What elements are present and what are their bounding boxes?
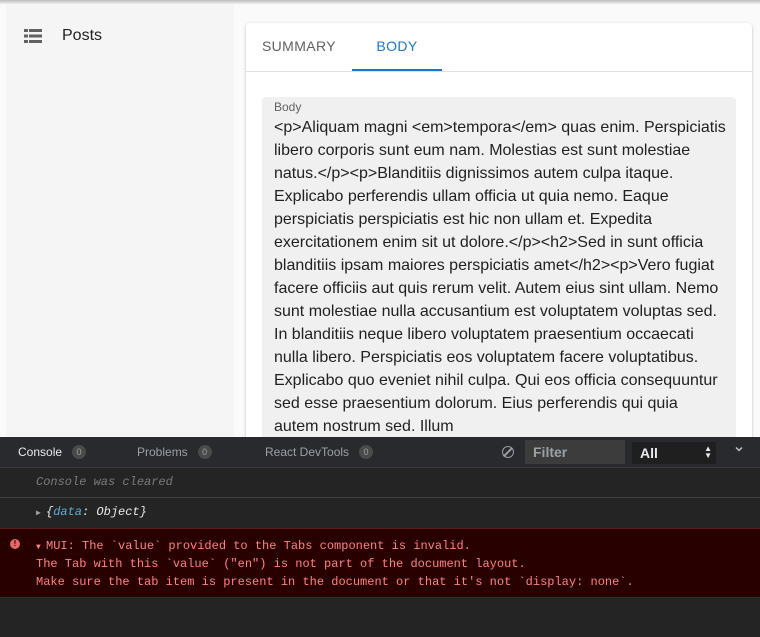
list-icon <box>24 29 42 43</box>
clear-console-icon[interactable] <box>502 446 514 458</box>
sidebar-item-posts[interactable]: Posts <box>24 22 102 50</box>
tab-bar: SUMMARY BODY <box>246 23 752 72</box>
error-line-1: MUI: The `value` provided to the Tabs co… <box>46 539 471 553</box>
react-devtools-count-badge: 0 <box>359 445 374 459</box>
filter-input[interactable] <box>525 440 625 464</box>
problems-count-badge: 0 <box>197 445 212 459</box>
object-preview: {data: Object} <box>46 505 147 519</box>
devtools-panel: Console 0 Problems 0 React DevTools 0 Al… <box>0 437 760 637</box>
error-line-2: The Tab with this `value` ("en") is not … <box>36 557 526 571</box>
console-cleared-message: Console was cleared <box>36 475 173 489</box>
tab-summary[interactable]: SUMMARY <box>246 23 352 69</box>
object-rest: : Object} <box>82 505 147 519</box>
tab-problems-label: Problems <box>137 445 188 459</box>
tab-react-devtools-label: React DevTools <box>265 445 350 459</box>
tab-console[interactable]: Console 0 <box>18 437 87 467</box>
log-level-value: All <box>640 445 658 461</box>
body-field[interactable]: Body <p>Aliquam magni <em>tempora</em> q… <box>262 97 736 437</box>
sidebar: Posts <box>6 4 234 437</box>
console-count-badge: 0 <box>72 445 87 459</box>
console-error-message[interactable]: ! ▼ MUI: The `value` provided to the Tab… <box>0 529 760 598</box>
collapse-triangle-icon[interactable]: ▼ <box>36 543 41 552</box>
error-line-3: Make sure the tab item is present in the… <box>36 575 634 589</box>
tab-body[interactable]: BODY <box>352 23 442 71</box>
console-object-log[interactable]: ▶ {data: Object} <box>0 498 760 528</box>
post-edit-card: SUMMARY BODY Body <p>Aliquam magni <em>t… <box>246 23 752 437</box>
tab-console-label: Console <box>18 445 63 459</box>
error-icon: ! <box>10 539 20 549</box>
tab-problems[interactable]: Problems 0 <box>137 437 212 467</box>
tab-react-devtools[interactable]: React DevTools 0 <box>265 437 374 467</box>
log-level-select[interactable]: All ▲ ▼ <box>632 442 716 464</box>
sidebar-item-label: Posts <box>62 27 103 44</box>
object-key: data <box>53 505 83 519</box>
chevron-down-icon[interactable] <box>733 443 745 455</box>
body-textarea[interactable]: <p>Aliquam magni <em>tempora</em> quas e… <box>274 116 726 437</box>
select-arrows-icon: ▲ ▼ <box>704 444 712 460</box>
expand-triangle-icon[interactable]: ▶ <box>36 508 41 518</box>
devtools-tab-bar: Console 0 Problems 0 React DevTools 0 Al… <box>0 437 760 468</box>
body-field-label: Body <box>274 100 302 114</box>
